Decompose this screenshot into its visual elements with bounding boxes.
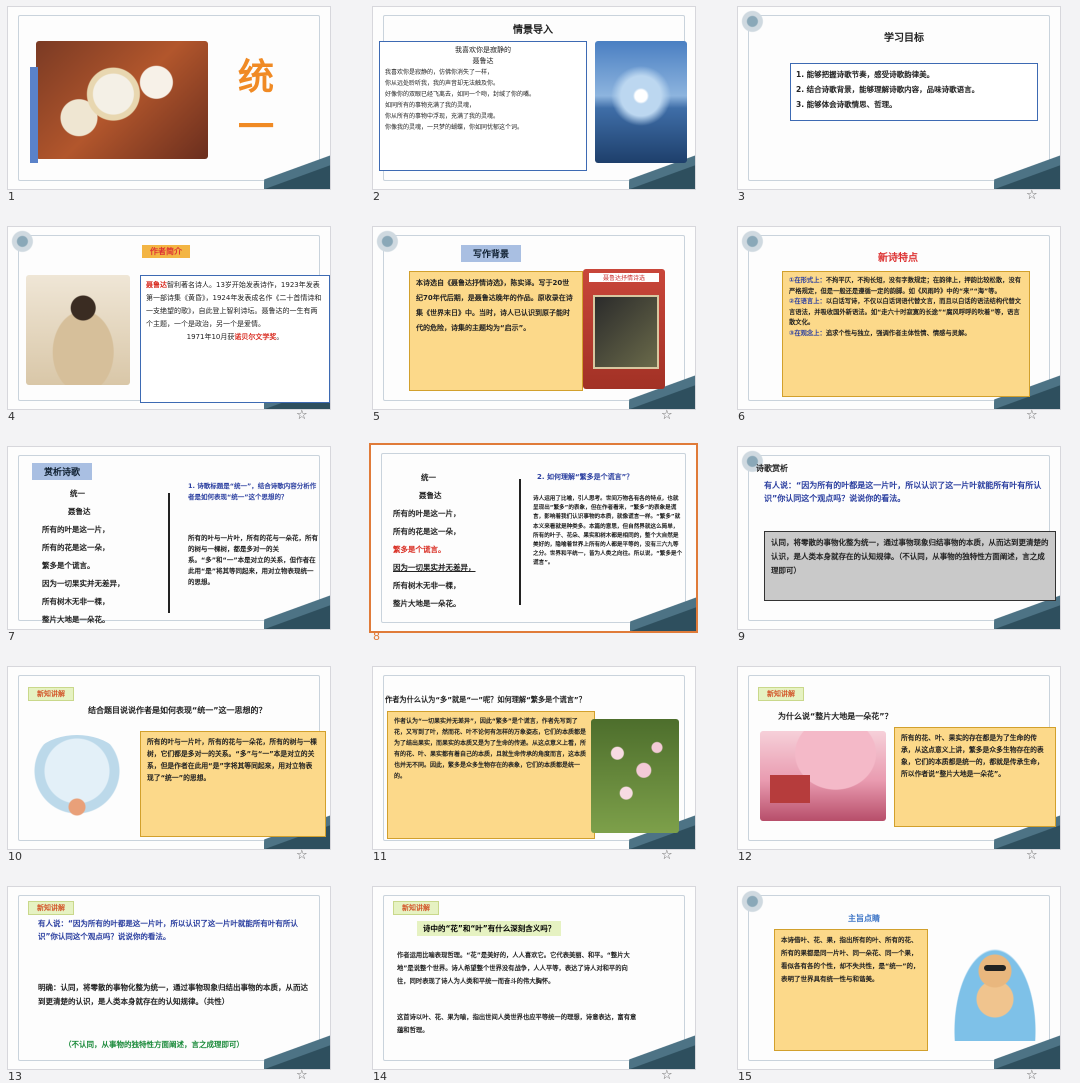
question-text: 1. 诗歌标题是“统一”，结合诗歌内容分析作者是如何表现“统一”这个思想的？	[188, 482, 317, 501]
background-text-box: 本诗选自《聂鲁达抒情诗选》，陈实译。写于20世纪70年代后期，是聂鲁达晚年的作品…	[409, 271, 583, 391]
slide-canvas: 新知讲解 诗中的“花”和“叶”有什么深刻含义吗？ 作者运用比喻表现哲理。“花”是…	[372, 886, 696, 1070]
slide-title: 写作背景	[461, 245, 522, 262]
slide-title: 主旨点睛	[848, 914, 880, 923]
question-text: 2. 如何理解“繁多是个谎言”？	[537, 473, 634, 481]
slide-canvas: 主旨点睛 本诗借叶、花、果，指出所有的叶、所有的花、所有的果都是同一片叶、同一朵…	[737, 886, 1061, 1070]
poem-line: 你像我的灵魂，一只梦的蝴蝶，你如同忧郁这个词。	[385, 124, 524, 131]
cherry-blossom-image	[591, 719, 679, 833]
poem-line: 好像你的双眼已经飞离去，如同一个吻，封缄了你的嘴。	[385, 91, 536, 98]
slide-thumbnail-1[interactable]: 统一 1	[0, 0, 331, 203]
slide-canvas: 新知讲解 有人说：“因为所有的叶都是这一片叶，所以认识了这一片叶就能所有叶有所认…	[7, 886, 331, 1070]
lily-flower-image	[36, 41, 208, 159]
star-icon[interactable]: ☆	[1026, 188, 1038, 203]
section-tag: 新知讲解	[758, 687, 804, 701]
slide-canvas: 新知讲解 为什么说“整片大地是一朵花”？ 所有的花、叶、果实的存在都是为了生命的…	[737, 666, 1061, 850]
slide-thumbnail-3[interactable]: 学习目标 1. 能够把握诗歌节奏，感受诗歌韵律美。 2. 结合诗歌背景，能够理解…	[730, 0, 1061, 203]
slide-thumbnail-10[interactable]: 新知讲解 结合题目说说作者是如何表现“统一”这一思想的？ 所有的叶与一片叶，所有…	[0, 660, 331, 863]
poem-line: 你从远处聆听我，我的声音却无法触及你。	[385, 80, 500, 87]
section-tag: 新知讲解	[28, 901, 74, 915]
author-photo	[26, 275, 130, 385]
answer-text: 作者运用比喻表现哲理。“花”是美好的，人人喜欢它。它代表美丽、和平。“整片大地”…	[397, 952, 630, 985]
goals-box: 1. 能够把握诗歌节奏，感受诗歌韵律美。 2. 结合诗歌背景，能够理解诗歌内容，…	[790, 63, 1038, 121]
slide-canvas: 统一	[7, 6, 331, 190]
slide-thumbnail-15[interactable]: 主旨点睛 本诗借叶、花、果，指出所有的叶、所有的花、所有的果都是同一片叶、同一朵…	[730, 880, 1061, 1083]
slide-title: 诗中的“花”和“叶”有什么深刻含义吗？	[417, 921, 562, 936]
answer-box: 作者认为“一切果实并无差异”，因此“繁多”是个谎言，作者先写到了花，又写到了叶，…	[387, 711, 595, 839]
slide-canvas: 作者简介 聂鲁达智利著名诗人。13岁开始发表诗作，1923年发表第一部诗集《黄昏…	[7, 226, 331, 410]
star-icon[interactable]: ☆	[661, 848, 673, 863]
slide-thumbnail-7[interactable]: 赏析诗歌 统一 聂鲁达 所有的叶是这一片， 所有的花是这一朵， 繁多是个谎言。 …	[0, 440, 331, 643]
slide-title: 为什么说“整片大地是一朵花”？	[778, 712, 893, 721]
slide-canvas: 作者为什么认为“多”就是“一”呢？如何理解“繁多是个谎言”？ 作者认为“一切果实…	[372, 666, 696, 850]
theme-box: 本诗借叶、花、果，指出所有的叶、所有的花、所有的果都是同一片叶、同一朵花、同一个…	[774, 929, 928, 1051]
star-icon[interactable]: ☆	[296, 1068, 308, 1083]
slide-thumbnail-4[interactable]: 作者简介 聂鲁达智利著名诗人。13岁开始发表诗作，1923年发表第一部诗集《黄昏…	[0, 220, 331, 423]
poem-text: 统一 聂鲁达 所有的叶是这一片， 所有的花是这一朵， 繁多是个谎言。 因为一切果…	[42, 489, 125, 624]
slide-canvas: 学习目标 1. 能够把握诗歌节奏，感受诗歌韵律美。 2. 结合诗歌背景，能够理解…	[737, 6, 1061, 190]
slide-canvas: 赏析诗歌 统一 聂鲁达 所有的叶是这一片， 所有的花是这一朵， 繁多是个谎言。 …	[7, 446, 331, 630]
poem-line: 如同所有的事物充满了我的灵魂，	[385, 102, 476, 109]
answer-text: 所有的叶与一片叶，所有的花与一朵花，所有的树与一棵树，都是多对一的关系。“多”和…	[188, 534, 318, 586]
star-icon[interactable]: ☆	[661, 1068, 673, 1083]
answer-text: 诗人运用了比喻，引人思考。世间万物各有各的特点，也就呈现出“繁多”的表象，但在作…	[533, 496, 683, 567]
section-tag: 新知讲解	[28, 687, 74, 701]
slide-thumbnail-2[interactable]: 情景导入 我喜欢你是寂静的 聂鲁达 我喜欢你是寂静的，仿佛你消失了一样， 你从远…	[365, 0, 696, 203]
slide-title: 新诗特点	[878, 253, 918, 264]
title-text: 统一	[238, 57, 277, 148]
section-tag: 新知讲解	[393, 901, 439, 915]
slide-canvas: 写作背景 本诗选自《聂鲁达抒情诗选》，陈实译。写于20世纪70年代后期，是聂鲁达…	[372, 226, 696, 410]
star-icon[interactable]: ☆	[1026, 408, 1038, 423]
slide-thumbnail-12[interactable]: 新知讲解 为什么说“整片大地是一朵花”？ 所有的花、叶、果实的存在都是为了生命的…	[730, 660, 1061, 863]
slide-title: 作者为什么认为“多”就是“一”呢？如何理解“繁多是个谎言”？	[385, 695, 586, 704]
tree-globe-image	[22, 735, 132, 825]
house-shape	[770, 775, 810, 803]
slide-canvas: 新知讲解 结合题目说说作者是如何表现“统一”这一思想的？ 所有的叶与一片叶，所有…	[7, 666, 331, 850]
poem-line: 我喜欢你是寂静的，仿佛你消失了一样，	[385, 69, 494, 76]
features-box: ①在形式上：不拘平仄，不拘长短，没有字数规定；在韵律上，押韵比较松散，没有严格规…	[782, 271, 1030, 397]
slide-thumbnail-14[interactable]: 新知讲解 诗中的“花”和“叶”有什么深刻含义吗？ 作者运用比喻表现哲理。“花”是…	[365, 880, 696, 1083]
sunset-lake-image	[595, 41, 687, 163]
slide-thumbnail-6[interactable]: 新诗特点 ①在形式上：不拘平仄，不拘长短，没有字数规定；在韵律上，押韵比较松散，…	[730, 220, 1061, 423]
bear-surfing-image	[950, 941, 1040, 1041]
answer-text: 明确：认同，将零散的事物化整为统一，通过事物现象归结出事物的本质，从而达到更清楚…	[38, 983, 308, 1006]
star-icon[interactable]: ☆	[1026, 848, 1038, 863]
slide-thumbnail-5[interactable]: 写作背景 本诗选自《聂鲁达抒情诗选》，陈实译。写于20世纪70年代后期，是聂鲁达…	[365, 220, 696, 423]
slide-title: 结合题目说说作者是如何表现“统一”这一思想的？	[88, 706, 267, 715]
star-icon[interactable]: ☆	[296, 848, 308, 863]
poem-box: 我喜欢你是寂静的 聂鲁达 我喜欢你是寂静的，仿佛你消失了一样， 你从远处聆听我，…	[379, 41, 587, 171]
slide-thumbnail-8[interactable]: 统一 聂鲁达 所有的叶是这一片， 所有的花是这一朵， 繁多是个谎言。 因为一切果…	[365, 440, 698, 643]
alt-answer-text: （不认同，从事物的独特性方面阐述，言之成理即可）	[64, 1040, 244, 1049]
answer-box: 认同，将零散的事物化整为统一，通过事物现象归结事物的本质，从而达到更清楚的认识，…	[764, 531, 1056, 601]
sunglasses-shape	[984, 965, 1006, 971]
star-icon[interactable]: ☆	[661, 408, 673, 423]
slide-title: 赏析诗歌	[32, 463, 93, 480]
poem-text: 统一 聂鲁达 所有的叶是这一片， 所有的花是这一朵， 繁多是个谎言。 因为一切果…	[393, 473, 476, 608]
slide-thumbnail-11[interactable]: 作者为什么认为“多”就是“一”呢？如何理解“繁多是个谎言”？ 作者认为“一切果实…	[365, 660, 696, 863]
slide-canvas: 新诗特点 ①在形式上：不拘平仄，不拘长短，没有字数规定；在韵律上，押韵比较松散，…	[737, 226, 1061, 410]
bio-box: 聂鲁达智利著名诗人。13岁开始发表诗作，1923年发表第一部诗集《黄昏》，192…	[140, 275, 330, 403]
slide-title: 诗歌赏析	[756, 464, 788, 473]
question-text: 有人说：“因为所有的叶都是这一片叶，所以认识了这一片叶就能所有叶有所认识”你认同…	[764, 481, 1042, 503]
slide-title: 情景导入	[513, 25, 553, 36]
poem-line: 你从所有的事物中浮现，充满了我的灵魂。	[385, 113, 500, 120]
answer-text-2: 这首诗以叶、花、果为喻，指出世间人类世界也应平等统一的理想，诗意表达，富有意蕴和…	[397, 1014, 637, 1034]
slide-canvas: 统一 聂鲁达 所有的叶是这一片， 所有的花是这一朵， 繁多是个谎言。 因为一切果…	[369, 443, 698, 633]
slide-canvas: 诗歌赏析 有人说：“因为所有的叶都是这一片叶，所以认识了这一片叶就能所有叶有所认…	[737, 446, 1061, 630]
star-icon[interactable]: ☆	[1026, 1068, 1038, 1083]
slide-thumbnail-13[interactable]: 新知讲解 有人说：“因为所有的叶都是这一片叶，所以认识了这一片叶就能所有叶有所认…	[0, 880, 331, 1083]
book-illustration	[593, 295, 659, 369]
question-text: 有人说：“因为所有的叶都是这一片叶，所以认识了这一片叶就能所有叶有所认识”你认同…	[38, 919, 298, 941]
book-cover-image: 聂鲁达抒情诗选	[583, 269, 665, 389]
pink-tree-image	[760, 731, 886, 821]
slide-thumbnail-9[interactable]: 诗歌赏析 有人说：“因为所有的叶都是这一片叶，所以认识了这一片叶就能所有叶有所认…	[730, 440, 1061, 643]
slide-title: 学习目标	[884, 33, 924, 44]
answer-box: 所有的叶与一片叶，所有的花与一朵花，所有的树与一棵树，它们都是多对一的关系。“多…	[140, 731, 326, 837]
slide-canvas: 情景导入 我喜欢你是寂静的 聂鲁达 我喜欢你是寂静的，仿佛你消失了一样， 你从远…	[372, 6, 696, 190]
slide-title: 作者简介	[142, 245, 190, 258]
slide-number: 1	[8, 190, 15, 203]
slide-sorter-grid: 统一 1 情景导入 我喜欢你是寂静的 聂鲁达 我喜欢你是寂静的，仿佛你消失了一样…	[0, 0, 1080, 1083]
answer-box: 所有的花、叶、果实的存在都是为了生命的传承，从这点意义上讲，繁多是众多生物存在的…	[894, 727, 1056, 827]
star-icon[interactable]: ☆	[296, 408, 308, 423]
